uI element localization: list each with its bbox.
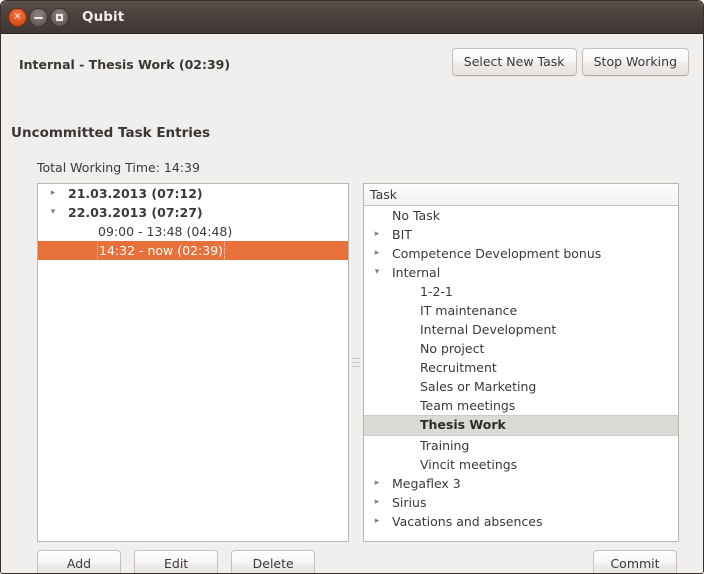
tree-row-label: Team meetings <box>420 398 516 413</box>
tree-row[interactable]: No Task <box>364 206 678 225</box>
tree-row-label: 22.03.2013 (07:27) <box>68 205 203 220</box>
tree-row[interactable]: 14:32 - now (02:39) <box>38 240 348 261</box>
tree-row[interactable]: 09:00 - 13:48 (04:48) <box>38 222 348 241</box>
tree-row-label: Training <box>420 438 470 453</box>
pane-splitter[interactable] <box>349 183 363 542</box>
collapsed-arrow-icon[interactable]: ▸ <box>370 244 384 263</box>
tree-row[interactable]: Team meetings <box>364 396 678 415</box>
tree-row[interactable]: ▸ Competence Development bonus <box>364 244 678 263</box>
tree-row[interactable]: ▸ Vacations and absences <box>364 512 678 531</box>
status-row: Internal - Thesis Work (02:39) Select Ne… <box>1 48 703 82</box>
tree-row-label: 14:32 - now (02:39) <box>96 240 226 261</box>
tree-row-label: BIT <box>392 227 412 242</box>
collapsed-arrow-icon[interactable]: ▸ <box>370 225 384 244</box>
close-icon[interactable]: × <box>8 7 27 27</box>
tree-row-label: IT maintenance <box>420 303 518 318</box>
tree-row[interactable]: ▸ BIT <box>364 225 678 244</box>
commit-button[interactable]: Commit <box>593 550 677 573</box>
top-button-group: Select New Task Stop Working <box>451 48 689 76</box>
expanded-arrow-icon[interactable]: ▾ <box>46 203 60 222</box>
application-window: × Qubit Internal - Thesis Work (02:39) S… <box>0 0 704 574</box>
entry-actions-group: Add Edit Delete <box>37 550 323 573</box>
tree-row-label: Vincit meetings <box>420 457 518 472</box>
tree-row-label: 21.03.2013 (07:12) <box>68 186 203 201</box>
tree-row[interactable]: Thesis Work <box>364 415 678 436</box>
window-content: Internal - Thesis Work (02:39) Select Ne… <box>1 34 703 573</box>
maximize-icon[interactable] <box>50 7 69 27</box>
tree-row[interactable]: Internal Development <box>364 320 678 339</box>
tree-row[interactable]: Vincit meetings <box>364 455 678 474</box>
task-column-header: Task <box>364 184 678 206</box>
tree-row-label: Megaflex 3 <box>392 476 461 491</box>
task-entries-tree[interactable]: ▸ 21.03.2013 (07:12) ▾ 22.03.2013 (07:27) 09… <box>38 184 348 261</box>
commit-group: Commit <box>593 550 677 573</box>
page-title: Uncommitted Task Entries <box>11 125 211 141</box>
tree-row-label: 09:00 - 13:48 (04:48) <box>98 224 233 239</box>
tree-row[interactable]: ▸ Megaflex 3 <box>364 474 678 493</box>
task-tree[interactable]: No Task ▸ BIT ▸ Competence Development bonus… <box>364 206 678 531</box>
task-selection-panel[interactable]: Task No Task ▸ BIT ▸ Competence Development … <box>363 183 679 542</box>
tree-row[interactable]: ▾ 22.03.2013 (07:27) <box>38 203 348 222</box>
collapsed-arrow-icon[interactable]: ▸ <box>46 184 60 203</box>
tree-row[interactable]: ▾ Internal <box>364 263 678 282</box>
tree-row-label: No Task <box>392 208 440 223</box>
window-title: Qubit <box>82 9 125 25</box>
collapsed-arrow-icon[interactable]: ▸ <box>370 474 384 493</box>
splitter-grip-icon <box>352 358 360 370</box>
tree-row-label: Thesis Work <box>420 417 506 432</box>
tree-row-label: 1-2-1 <box>420 284 453 299</box>
add-button[interactable]: Add <box>37 550 121 573</box>
task-entries-panel[interactable]: ▸ 21.03.2013 (07:12) ▾ 22.03.2013 (07:27) 09… <box>37 183 349 542</box>
tree-row[interactable]: ▸ Sirius <box>364 493 678 512</box>
title-bar: × Qubit <box>1 1 703 34</box>
select-new-task-button[interactable]: Select New Task <box>451 48 577 76</box>
footer-bar: Add Edit Delete Commit <box>37 550 677 573</box>
expanded-arrow-icon[interactable]: ▾ <box>370 263 384 282</box>
tree-row-label: Sales or Marketing <box>420 379 537 394</box>
panes-container: ▸ 21.03.2013 (07:12) ▾ 22.03.2013 (07:27) 09… <box>37 183 679 542</box>
edit-button[interactable]: Edit <box>134 550 219 573</box>
tree-row-label: Recruitment <box>420 360 497 375</box>
tree-row[interactable]: Sales or Marketing <box>364 377 678 396</box>
current-task-label: Internal - Thesis Work (02:39) <box>19 57 231 72</box>
minimize-icon[interactable] <box>29 7 48 27</box>
tree-row-label: No project <box>420 341 485 356</box>
collapsed-arrow-icon[interactable]: ▸ <box>370 493 384 512</box>
delete-button[interactable]: Delete <box>231 550 316 573</box>
tree-row-label: Vacations and absences <box>392 514 543 529</box>
total-working-time-label: Total Working Time: 14:39 <box>37 160 200 175</box>
collapsed-arrow-icon[interactable]: ▸ <box>370 512 384 531</box>
tree-row[interactable]: Training <box>364 436 678 455</box>
close-glyph: × <box>13 11 22 22</box>
tree-row-label: Internal <box>392 265 441 280</box>
tree-row[interactable]: ▸ 21.03.2013 (07:12) <box>38 184 348 203</box>
tree-row[interactable]: IT maintenance <box>364 301 678 320</box>
tree-row[interactable]: No project <box>364 339 678 358</box>
window-controls: × <box>8 7 69 27</box>
tree-row-label: Internal Development <box>420 322 557 337</box>
stop-working-button[interactable]: Stop Working <box>581 48 689 76</box>
tree-row[interactable]: 1-2-1 <box>364 282 678 301</box>
tree-row-label: Sirius <box>392 495 427 510</box>
tree-row-label: Competence Development bonus <box>392 246 602 261</box>
tree-row[interactable]: Recruitment <box>364 358 678 377</box>
